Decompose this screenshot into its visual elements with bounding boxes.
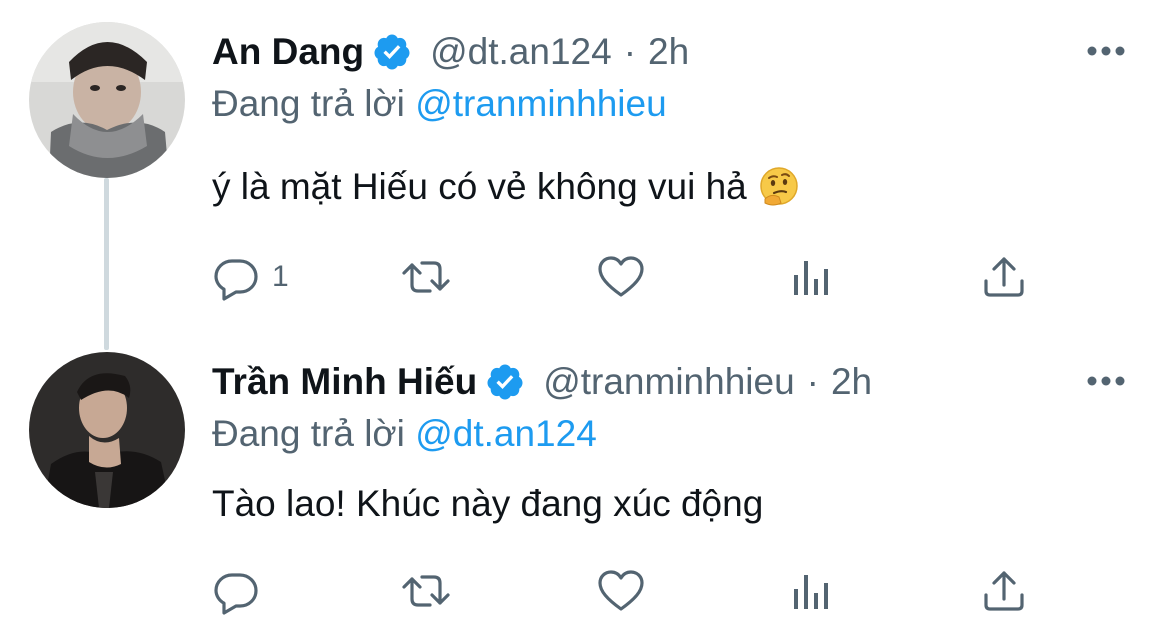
timestamp[interactable]: 2h (648, 30, 689, 74)
share-button[interactable] (980, 252, 1028, 302)
retweet-icon (402, 575, 450, 607)
reply-button[interactable] (212, 566, 272, 616)
verified-badge-icon (487, 364, 523, 400)
tweet-text: ý là mặt Hiếu có vẻ không vui hả (212, 165, 801, 209)
replying-to-handle[interactable]: @tranminhhieu (415, 83, 666, 124)
tweet[interactable]: An Dang @dt.an124 · 2h Đang trả lời @tra… (0, 0, 1170, 330)
separator-dot: · (806, 361, 819, 402)
avatar-image (29, 22, 185, 178)
share-icon (984, 571, 1024, 611)
like-button[interactable] (597, 566, 645, 616)
display-name[interactable]: An Dang (212, 30, 364, 74)
separator-dot: · (623, 31, 637, 72)
analytics-icon (794, 575, 828, 609)
thinking-face-icon (759, 167, 798, 206)
replying-to: Đang trả lời @dt.an124 (212, 412, 597, 456)
reply-icon (214, 573, 258, 615)
replying-to-label: Đang trả lời (212, 83, 405, 124)
verified-badge-icon (374, 34, 410, 70)
replying-to-label: Đang trả lời (212, 413, 405, 454)
tweet-text-content: ý là mặt Hiếu có vẻ không vui hả (212, 166, 747, 207)
avatar[interactable] (29, 352, 185, 508)
tweet[interactable]: Trần Minh Hiếu @tranminhhieu · 2h Đang t… (0, 330, 1170, 633)
tweet-header: An Dang @dt.an124 · 2h (212, 30, 689, 74)
replying-to: Đang trả lời @tranminhhieu (212, 82, 667, 126)
like-icon (598, 256, 644, 297)
display-name[interactable]: Trần Minh Hiếu (212, 360, 477, 404)
like-icon (598, 570, 644, 611)
replying-to-handle[interactable]: @dt.an124 (415, 413, 597, 454)
tweet-text: Tào lao! Khúc này đang xúc động (212, 482, 763, 526)
share-icon (984, 257, 1024, 297)
reply-count: 1 (272, 260, 289, 293)
handle[interactable]: @dt.an124 (430, 30, 612, 74)
handle[interactable]: @tranminhhieu (543, 360, 794, 404)
avatar-image (29, 352, 185, 508)
analytics-button[interactable] (788, 566, 836, 616)
analytics-button[interactable] (788, 252, 836, 302)
share-button[interactable] (980, 566, 1028, 616)
tweet-actions: 1 (212, 252, 1052, 302)
retweet-button[interactable] (402, 252, 450, 302)
tweet-header: Trần Minh Hiếu @tranminhhieu · 2h (212, 360, 872, 404)
reply-button[interactable]: 1 (212, 252, 289, 302)
retweet-button[interactable] (402, 566, 450, 616)
timestamp[interactable]: 2h (831, 360, 872, 404)
more-options-icon[interactable] (1086, 374, 1126, 388)
reply-icon (214, 259, 258, 301)
analytics-icon (794, 261, 828, 295)
tweet-text-content: Tào lao! Khúc này đang xúc động (212, 483, 764, 524)
more-options-icon[interactable] (1086, 44, 1126, 58)
retweet-icon (402, 261, 450, 293)
tweet-actions (212, 566, 1052, 616)
like-button[interactable] (597, 252, 645, 302)
avatar[interactable] (29, 22, 185, 178)
